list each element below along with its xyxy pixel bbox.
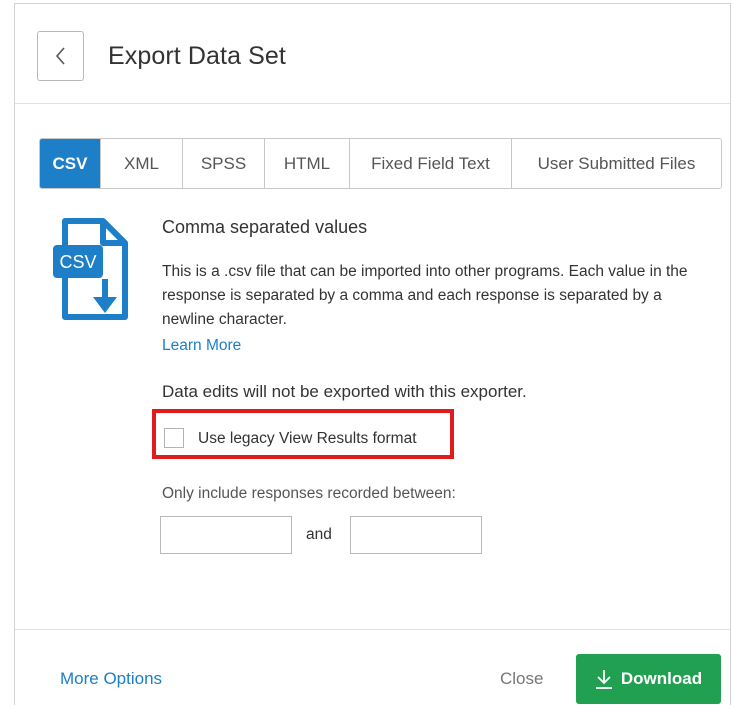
tab-spss[interactable]: SPSS (183, 139, 265, 188)
download-label: Download (620, 669, 703, 688)
tab-html[interactable]: HTML (265, 139, 350, 188)
more-options-link[interactable]: More Options (60, 669, 162, 689)
dialog-footer: More Options Close Download (15, 629, 730, 705)
format-description: This is a .csv file that can be imported… (162, 263, 688, 328)
start-date-input[interactable] (160, 516, 292, 554)
format-tabs: CSV XML SPSS HTML Fixed Field Text User … (39, 138, 722, 189)
end-date-input[interactable] (350, 516, 482, 554)
format-name: Comma separated values (162, 217, 368, 237)
csv-file-download-icon: CSV (53, 217, 133, 328)
and-label: and (306, 526, 332, 543)
dialog-title: Export Data Set (108, 42, 286, 70)
legacy-format-checkbox[interactable] (164, 428, 184, 448)
download-arrow-icon (595, 670, 612, 689)
dialog-header: Export Data Set (15, 4, 730, 104)
export-dialog: Export Data Set CSV XML SPSS HTML Fixed … (14, 3, 731, 705)
tab-csv[interactable]: CSV (40, 139, 101, 188)
close-button[interactable]: Close (500, 669, 543, 689)
tab-user-submitted-files[interactable]: User Submitted Files (512, 139, 721, 188)
chevron-left-icon (55, 47, 65, 65)
date-range-label: Only include responses recorded between: (162, 485, 456, 502)
tab-fixed-field-text[interactable]: Fixed Field Text (350, 139, 512, 188)
export-warning: Data edits will not be exported with thi… (162, 382, 527, 401)
download-button[interactable]: Download (576, 654, 721, 704)
legacy-format-label[interactable]: Use legacy View Results format (198, 430, 417, 448)
learn-more-link[interactable]: Learn More (162, 337, 241, 355)
back-button[interactable] (37, 31, 84, 81)
tab-xml[interactable]: XML (101, 139, 183, 188)
svg-text:CSV: CSV (59, 252, 96, 272)
